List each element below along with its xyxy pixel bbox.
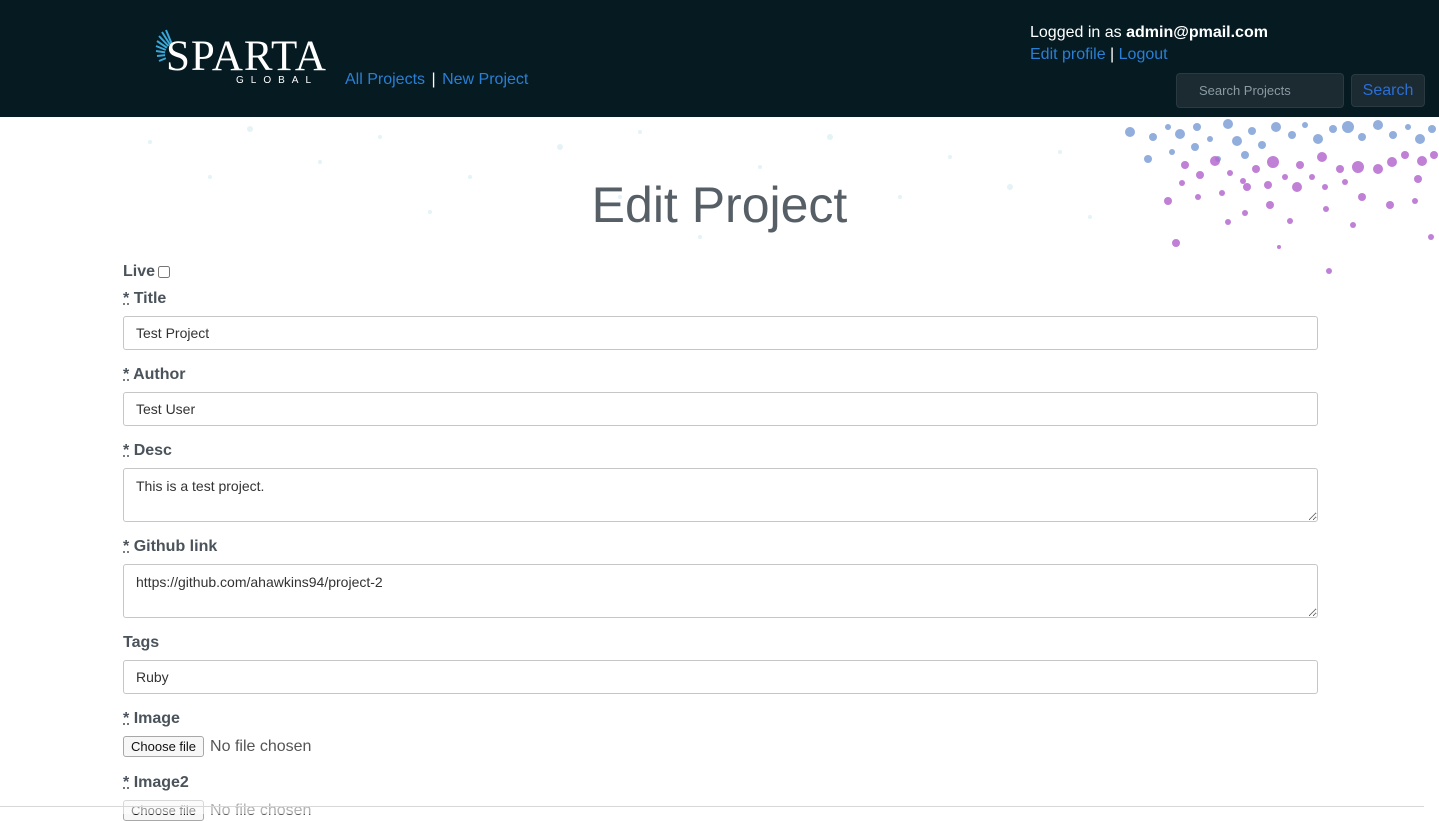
- title-label: * Title: [123, 289, 1318, 309]
- desc-textarea[interactable]: This is a test project.: [123, 468, 1318, 522]
- github-label: * Github link: [123, 537, 1318, 557]
- required-mark: *: [123, 290, 130, 307]
- required-mark: *: [123, 710, 130, 727]
- image2-label: * Image2: [123, 773, 311, 793]
- required-mark: *: [123, 366, 130, 383]
- image2-label-text: Image2: [133, 774, 189, 791]
- sparta-logo[interactable]: SPARTA GLOBAL: [154, 28, 326, 88]
- image-label-text: Image: [133, 710, 180, 727]
- required-mark: *: [123, 774, 130, 791]
- author-label: * Author: [123, 365, 1318, 385]
- image-file-picker: Choose file No file chosen: [123, 736, 311, 757]
- bottom-divider: [0, 806, 1424, 807]
- user-links: Edit profile | Logout: [1030, 44, 1268, 66]
- author-group: * Author: [123, 365, 1318, 426]
- main-nav: All Projects | New Project: [345, 71, 528, 89]
- image-label: * Image: [123, 709, 311, 729]
- user-email: admin@pmail.com: [1126, 24, 1268, 41]
- required-mark: *: [123, 442, 130, 459]
- title-label-text: Title: [133, 290, 167, 307]
- page-title: Edit Project: [591, 177, 848, 233]
- tags-input[interactable]: [123, 660, 1318, 694]
- title-input[interactable]: [123, 316, 1318, 350]
- logged-in-status: Logged in as admin@pmail.com: [1030, 22, 1268, 44]
- logout-link[interactable]: Logout: [1119, 46, 1168, 63]
- author-label-text: Author: [133, 366, 186, 383]
- image-group: * Image Choose file No file chosen: [123, 709, 311, 757]
- logged-in-prefix: Logged in as: [1030, 24, 1122, 41]
- author-input[interactable]: [123, 392, 1318, 426]
- edit-profile-link[interactable]: Edit profile: [1030, 46, 1106, 63]
- github-label-text: Github link: [133, 538, 218, 555]
- image-choose-file-button[interactable]: Choose file: [123, 736, 205, 757]
- user-links-separator: |: [1110, 46, 1115, 63]
- desc-label-text: Desc: [133, 442, 172, 459]
- live-row: Live: [123, 262, 171, 282]
- tags-group: Tags: [123, 633, 1318, 694]
- image-file-status: No file chosen: [210, 737, 312, 755]
- live-label: Live: [123, 263, 156, 280]
- desc-group: * Desc This is a test project.: [123, 441, 1318, 522]
- required-mark: *: [123, 538, 130, 555]
- user-panel: Logged in as admin@pmail.com Edit profil…: [1030, 22, 1268, 66]
- search-input[interactable]: [1176, 73, 1344, 108]
- github-textarea[interactable]: https://github.com/ahawkins94/project-2: [123, 564, 1318, 618]
- logo-subtitle: GLOBAL: [236, 75, 319, 86]
- github-group: * Github link https://github.com/ahawkin…: [123, 537, 1318, 618]
- live-checkbox[interactable]: [158, 266, 171, 278]
- nav-separator: |: [431, 71, 436, 88]
- nav-all-projects-link[interactable]: All Projects: [345, 71, 425, 88]
- nav-new-project-link[interactable]: New Project: [442, 71, 528, 88]
- tags-label: Tags: [123, 634, 160, 651]
- title-group: * Title: [123, 289, 1318, 350]
- top-navbar: SPARTA GLOBAL All Projects | New Project…: [0, 0, 1439, 117]
- desc-label: * Desc: [123, 441, 1318, 461]
- search-button[interactable]: Search: [1351, 74, 1425, 107]
